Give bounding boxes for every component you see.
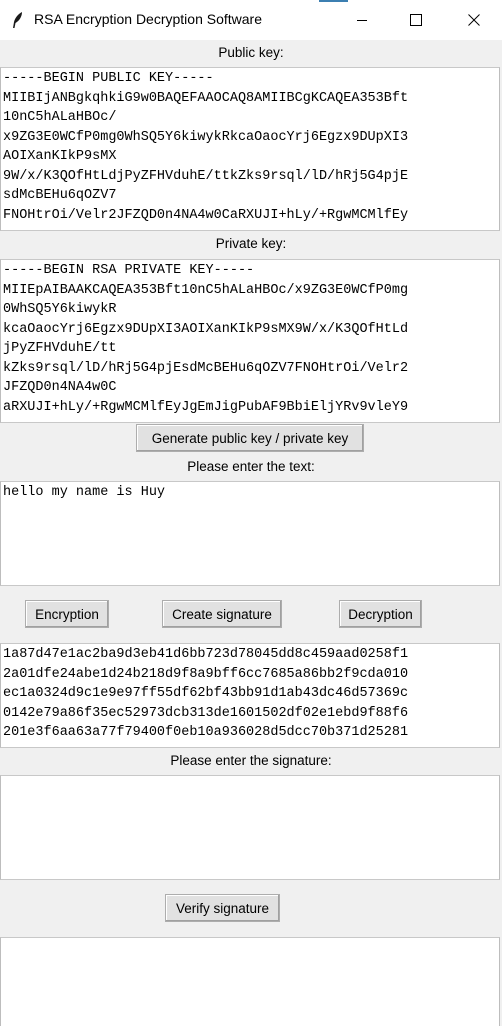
output-textbox[interactable]: 1a87d47e1ac2ba9d3eb41d6bb723d78045dd8c45… — [0, 643, 500, 748]
minimize-button[interactable] — [334, 0, 390, 40]
signature-input-field[interactable] — [0, 775, 500, 880]
close-button[interactable] — [446, 0, 502, 40]
title-bar[interactable]: RSA Encryption Decryption Software — [0, 0, 502, 40]
encryption-button[interactable]: Encryption — [25, 600, 109, 628]
close-icon — [468, 14, 480, 26]
text-input-label: Please enter the text: — [187, 459, 315, 474]
maximize-button[interactable] — [388, 0, 444, 40]
public-key-line: 9W/x/K3QOfHtLdjPyZFHVduhE/ttkZks9rsql/lD… — [3, 168, 409, 184]
output-line: ec1a0324d9c1e9e97ff55df62bf43bb91d1ab43d… — [3, 686, 409, 701]
text-input-field[interactable]: hello my name is Huy — [0, 481, 500, 586]
private-key-line: jPyZFHVduhE/tt — [3, 341, 117, 356]
public-key-line: x9ZG3E0WCfP0mg0WhSQ5Y6kiwykRkcaOaocYrj6E… — [3, 129, 409, 145]
verify-signature-button[interactable]: Verify signature — [165, 894, 280, 922]
private-key-line: MIIEpAIBAAKCAQEA353Bft10nC5hALaHBOc/x9ZG… — [3, 282, 409, 298]
private-key-label: Private key: — [215, 236, 287, 251]
private-key-line: kcaOaocYrj6Egzx9DUpXI3AOIXanKIkP9sMX9W/x… — [3, 321, 409, 337]
public-key-line: MIIBIjANBgkqhkiG9w0BAQEFAAOCAQ8AMIIBCgKC… — [3, 90, 409, 106]
public-key-line: AOIXanKIkP9sMX — [3, 149, 117, 164]
output-line: 0142e79a86f35ec52973dcb313de1601502df02e… — [3, 705, 409, 721]
feather-icon — [13, 12, 22, 28]
output-line: 201e3f6aa63a77f79400f0eb10a936028d5dcc70… — [3, 725, 409, 740]
verify-output-textbox[interactable] — [0, 937, 500, 1026]
private-key-line: aRXUJI+hLy/+RgwMCMlfEyJgEmJigPubAF9BbiEl… — [3, 399, 409, 415]
public-key-label: Public key: — [218, 45, 284, 60]
private-key-line: 0WhSQ5Y6kiwykR — [3, 302, 117, 317]
output-line: 1a87d47e1ac2ba9d3eb41d6bb723d78045dd8c45… — [3, 647, 409, 662]
signature-input-label: Please enter the signature: — [170, 753, 332, 768]
output-line: 2a01dfe24abe1d24b218d9f8a9bff6cc7685a86b… — [3, 666, 409, 682]
private-key-line: -----BEGIN RSA PRIVATE KEY----- — [3, 263, 255, 278]
window-title: RSA Encryption Decryption Software — [34, 11, 262, 27]
generate-keys-button[interactable]: Generate public key / private key — [136, 424, 364, 452]
public-key-line: 10nC5hALaHBOc/ — [3, 110, 117, 125]
text-input-value: hello my name is Huy — [3, 485, 166, 500]
decryption-button[interactable]: Decryption — [339, 600, 422, 628]
create-signature-button[interactable]: Create signature — [162, 600, 282, 628]
private-key-textbox[interactable]: -----BEGIN RSA PRIVATE KEY----- MIIEpAIB… — [0, 259, 500, 423]
maximize-icon — [410, 14, 422, 26]
public-key-line: -----BEGIN PUBLIC KEY----- — [3, 71, 214, 86]
private-key-line: JFZQD0n4NA4w0C — [3, 380, 117, 395]
public-key-textbox[interactable]: -----BEGIN PUBLIC KEY----- MIIBIjANBgkqh… — [0, 67, 500, 231]
public-key-line: sdMcBEHu6qOZV7 — [3, 188, 117, 203]
public-key-line: FNOHtrOi/Velr2JFZQD0n4NA4w0CaRXUJI+hLy/+… — [3, 207, 409, 223]
private-key-line: kZks9rsql/lD/hRj5G4pjEsdMcBEHu6qOZV7FNOH… — [3, 360, 409, 376]
minimize-icon — [357, 20, 367, 21]
